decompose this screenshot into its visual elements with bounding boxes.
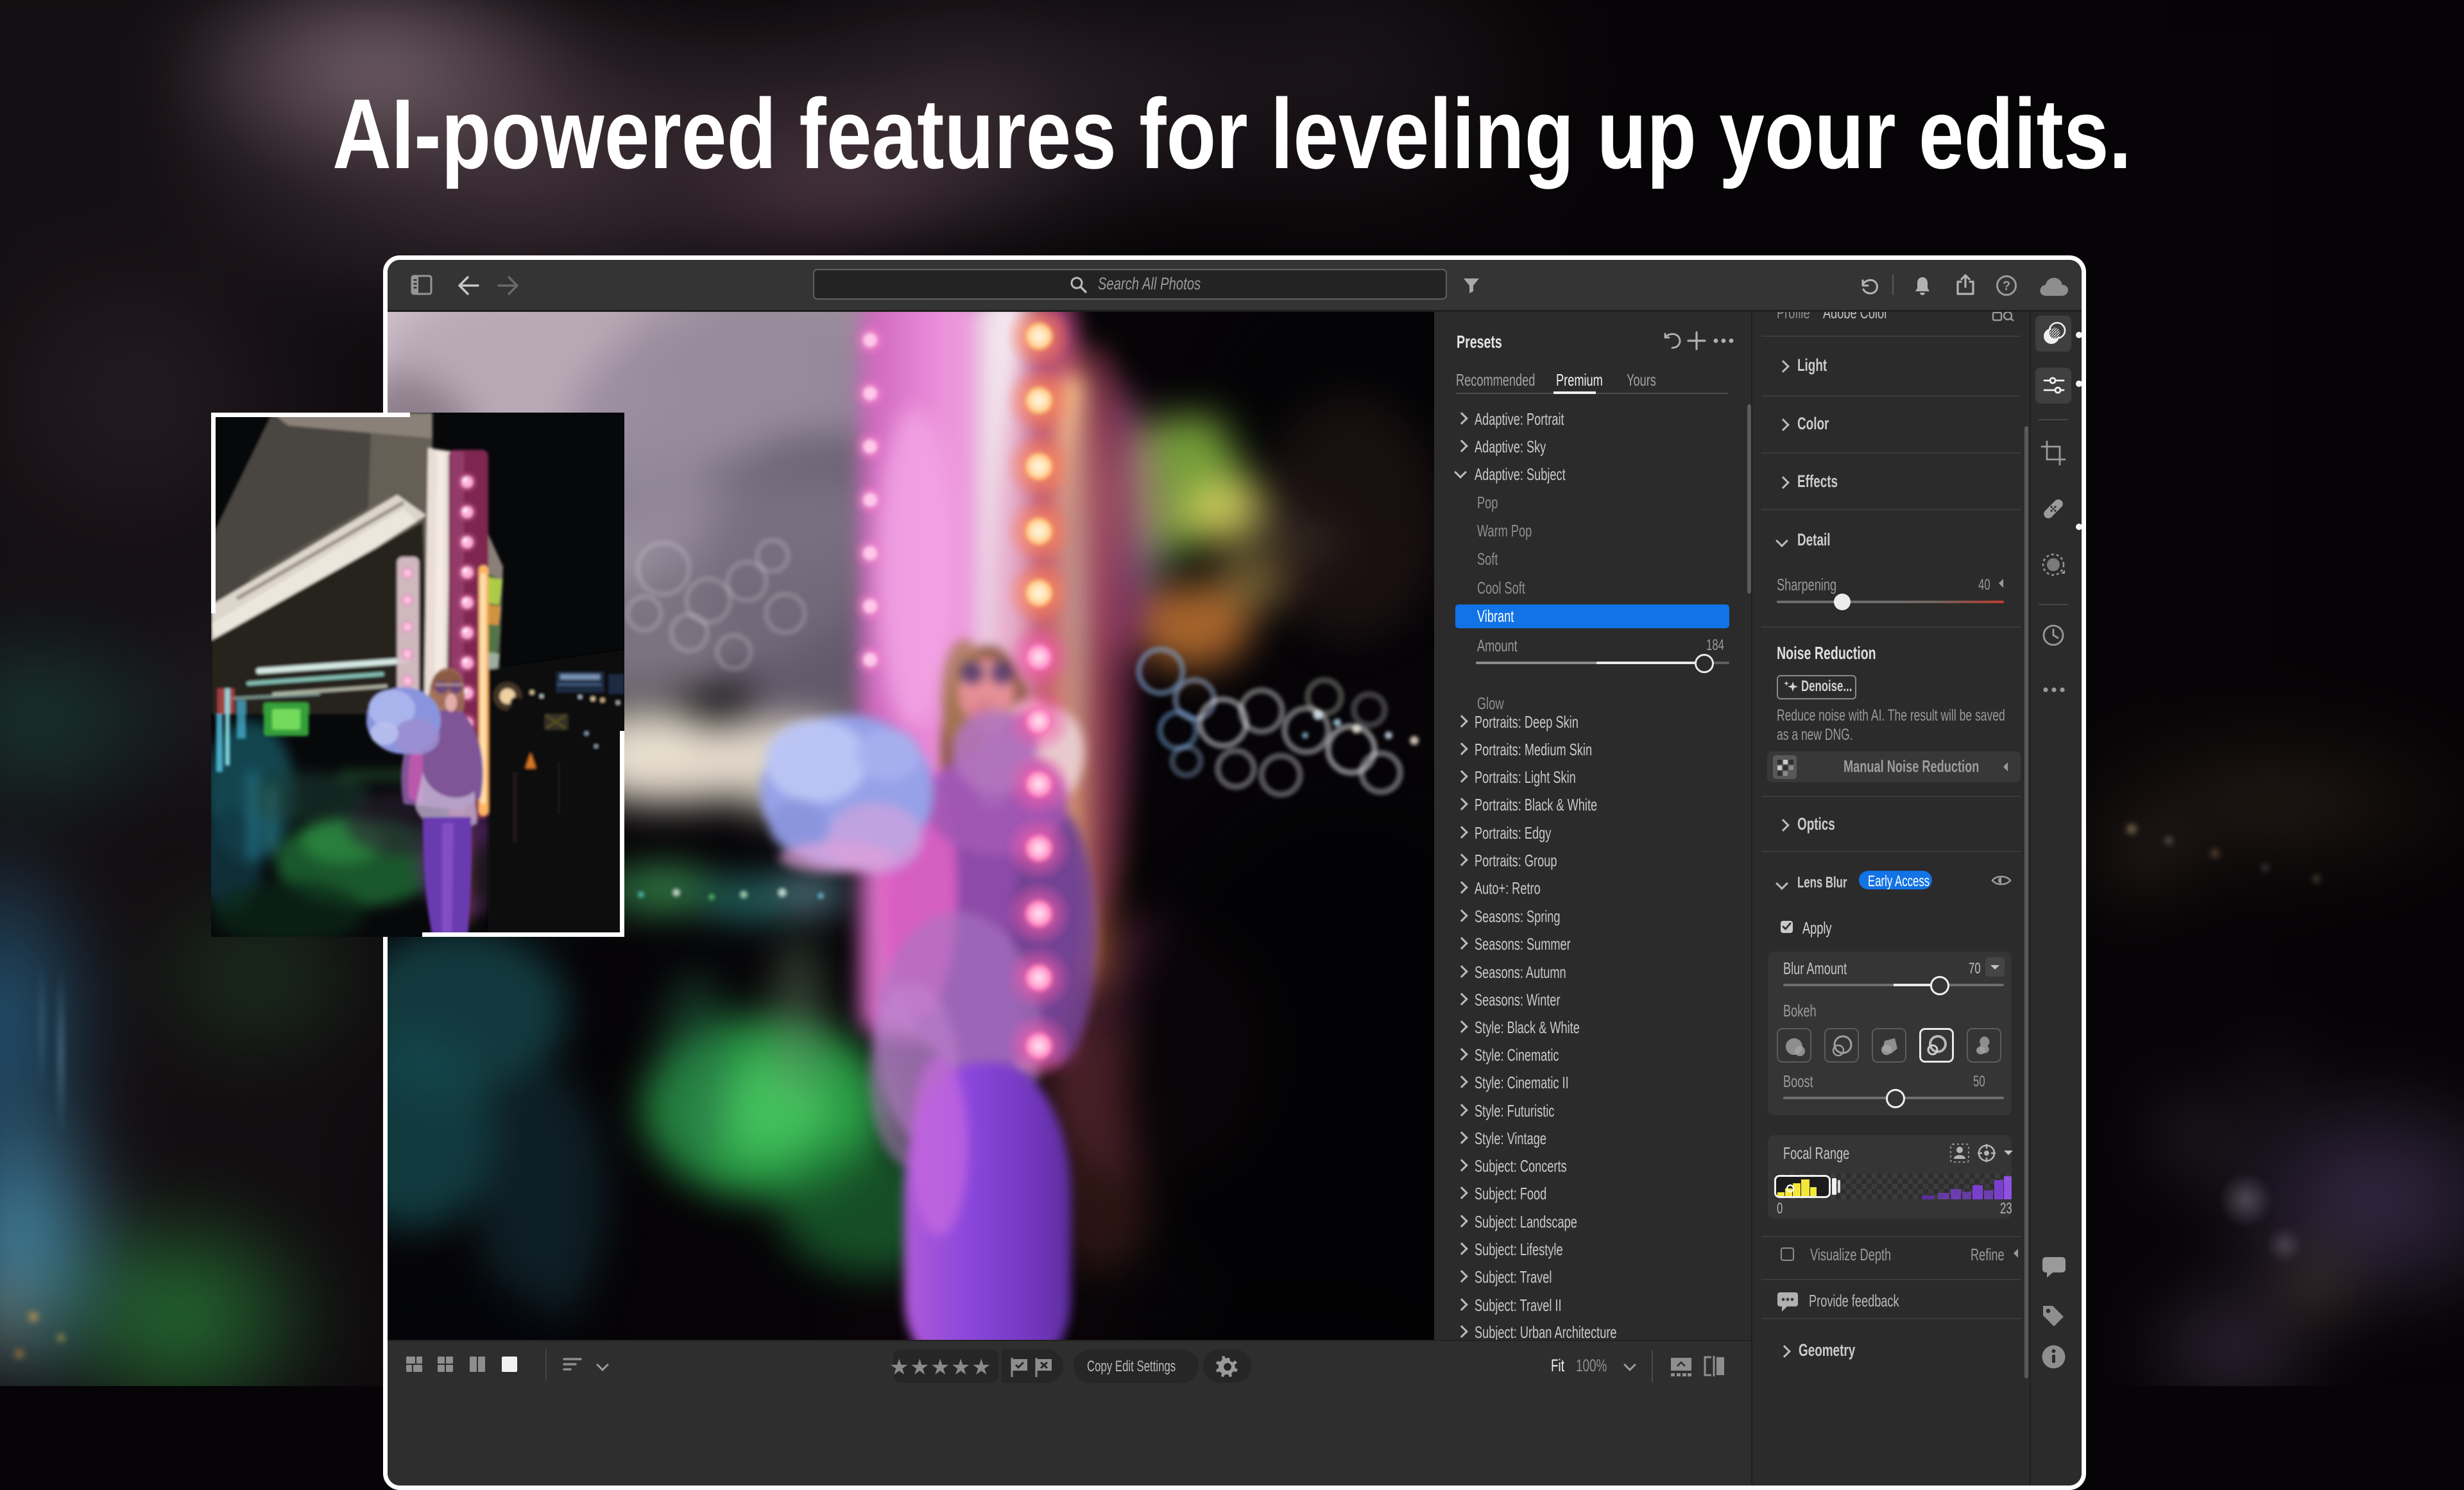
svg-text:?: ? [2003, 279, 2010, 293]
